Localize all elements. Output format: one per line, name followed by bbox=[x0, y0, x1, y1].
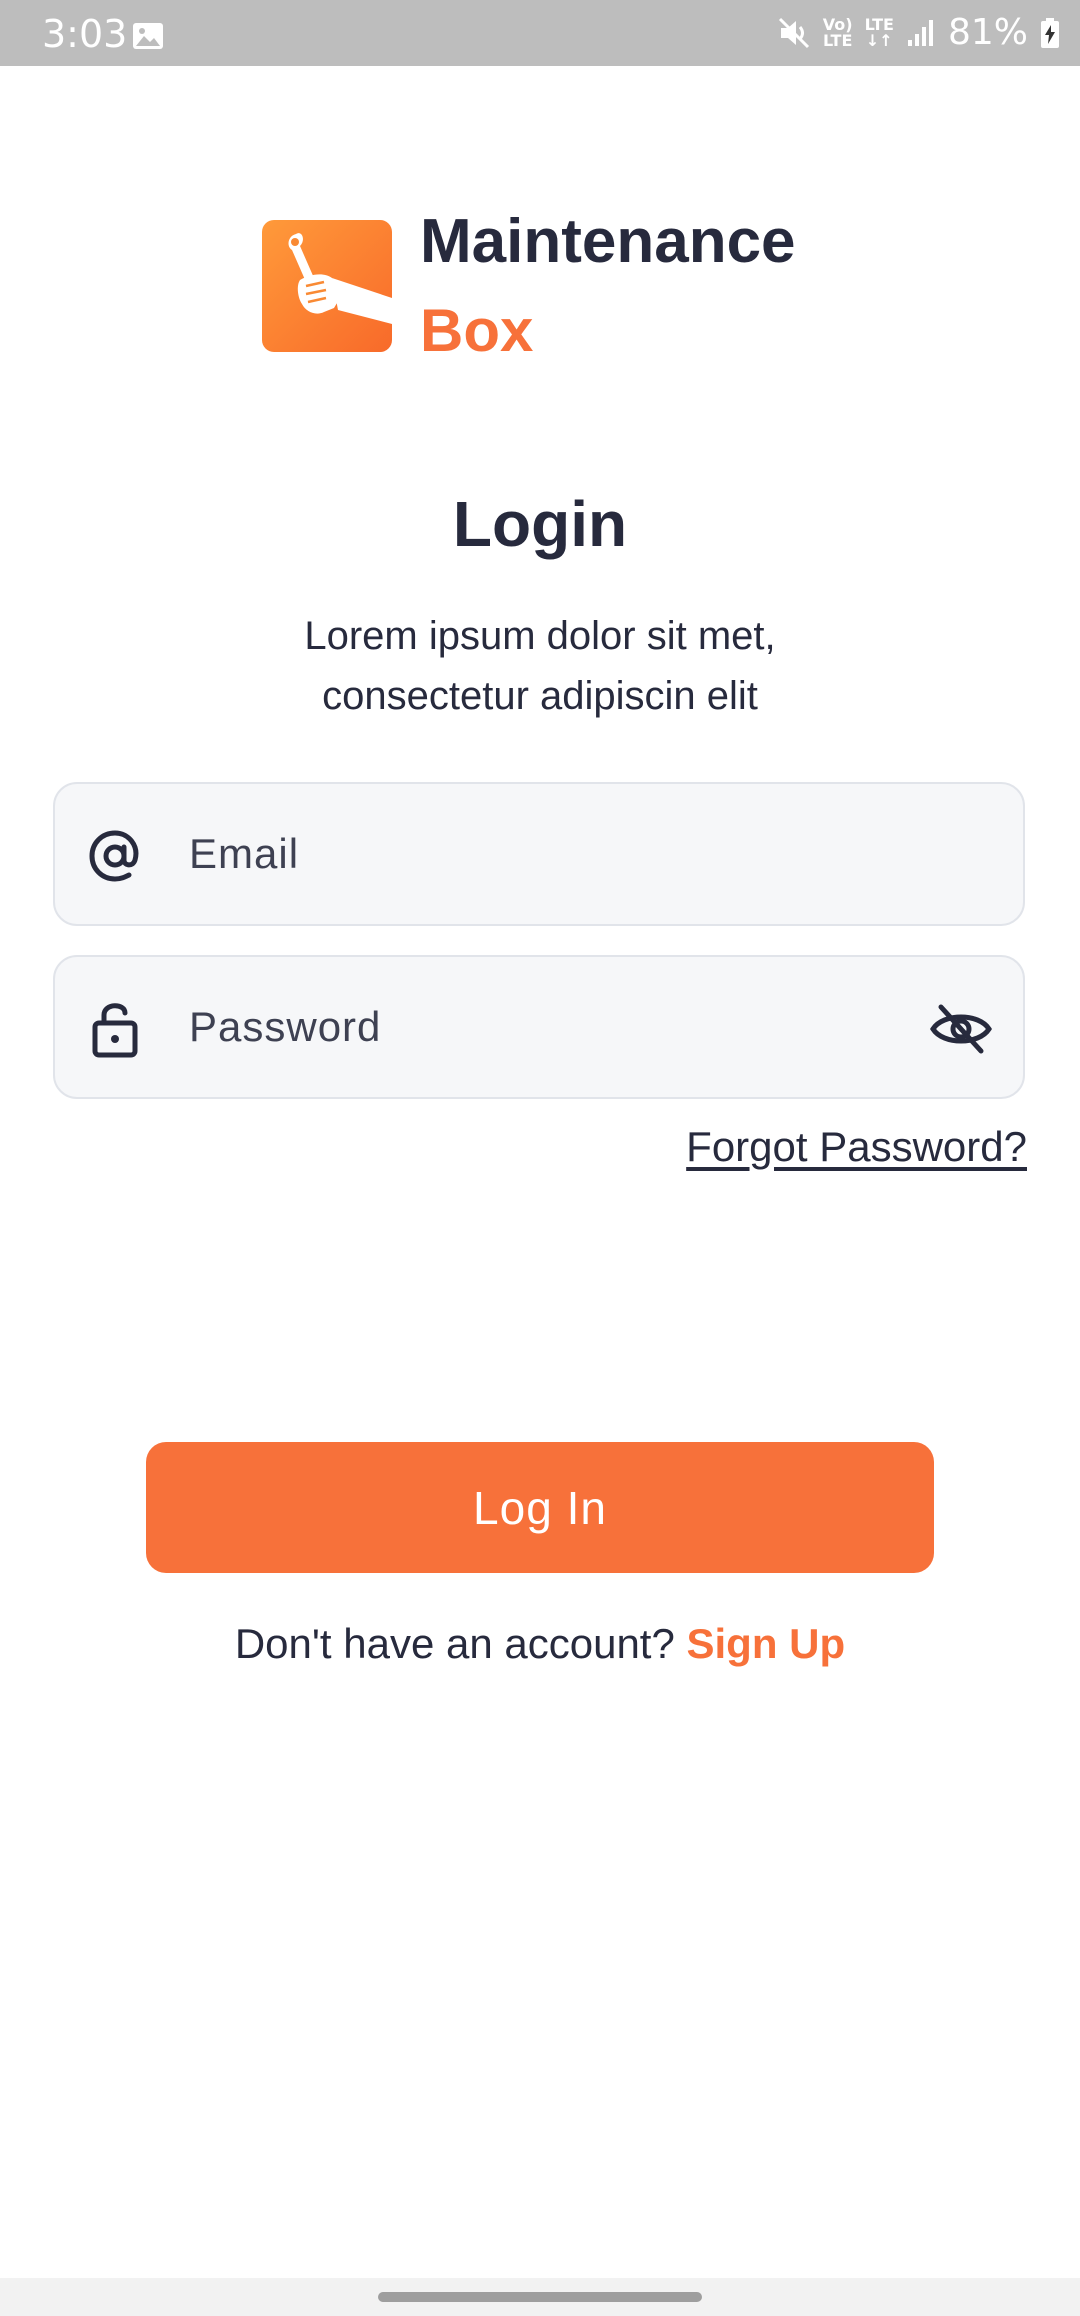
app-logo-icon bbox=[262, 220, 392, 352]
signup-row: Don't have an account? Sign Up bbox=[0, 1614, 1080, 1674]
signup-link[interactable]: Sign Up bbox=[687, 1620, 846, 1667]
lte-indicator: LTE ↓↑ bbox=[865, 17, 894, 49]
login-button[interactable]: Log In bbox=[146, 1442, 934, 1573]
email-input[interactable] bbox=[189, 814, 909, 894]
battery-percent: 81% bbox=[947, 12, 1028, 53]
forgot-password-link[interactable]: Forgot Password? bbox=[686, 1122, 1027, 1172]
battery-charging-icon bbox=[1041, 18, 1059, 48]
gallery-icon bbox=[133, 23, 163, 49]
mute-icon bbox=[778, 17, 809, 49]
subtitle-line-2: consectetur adipiscin elit bbox=[322, 674, 758, 718]
password-field[interactable] bbox=[53, 955, 1025, 1099]
app-name-secondary: Box bbox=[420, 297, 534, 364]
status-icons: Vo) LTE LTE ↓↑ 81% bbox=[777, 10, 1060, 56]
signup-prompt: Don't have an account? bbox=[234, 1620, 687, 1667]
navigation-bar bbox=[0, 2278, 1080, 2316]
subtitle-line-1: Lorem ipsum dolor sit met, bbox=[304, 614, 776, 658]
status-bar: 3:03 Vo) LTE LTE ↓↑ 81% bbox=[0, 0, 1080, 66]
page-title: Login bbox=[452, 488, 628, 560]
lock-icon bbox=[92, 1003, 138, 1058]
data-arrows-icon: ↓↑ bbox=[865, 31, 893, 50]
volte-bottom-label: LTE bbox=[822, 31, 853, 50]
eye-off-icon[interactable] bbox=[929, 997, 993, 1061]
status-time: 3:03 bbox=[42, 12, 128, 56]
app-name-primary: Maintenance bbox=[420, 207, 796, 276]
signal-icon bbox=[907, 20, 933, 46]
at-icon bbox=[89, 830, 139, 882]
volte-indicator: Vo) LTE bbox=[823, 17, 853, 49]
email-field[interactable] bbox=[53, 782, 1025, 926]
page-subtitle: Lorem ipsum dolor sit met, consectetur a… bbox=[240, 606, 840, 726]
password-input[interactable] bbox=[189, 987, 909, 1067]
home-indicator[interactable] bbox=[378, 2292, 702, 2302]
